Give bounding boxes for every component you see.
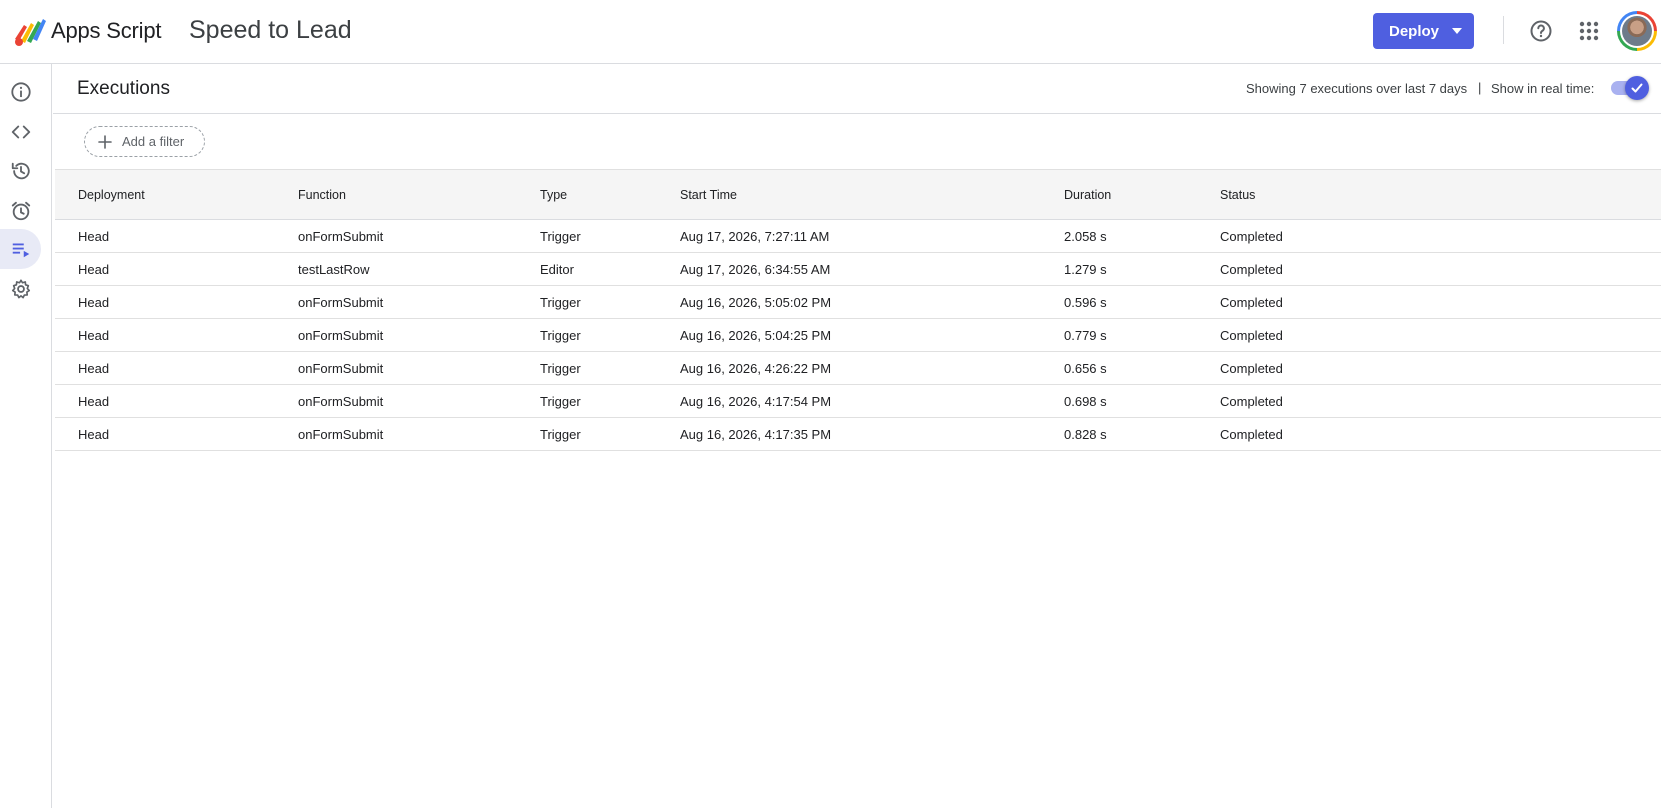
cell-deployment: Head	[78, 295, 110, 310]
column-header-function[interactable]: Function	[298, 188, 346, 202]
rail-item-triggers[interactable]	[0, 191, 42, 231]
cell-deployment: Head	[78, 229, 110, 244]
table-row[interactable]: Head onFormSubmit Trigger Aug 16, 2026, …	[55, 418, 1661, 451]
realtime-label: Show in real time:	[1491, 81, 1595, 96]
cell-status: Completed	[1220, 328, 1283, 343]
cell-start-time: Aug 16, 2026, 5:04:25 PM	[680, 328, 832, 343]
cell-type: Trigger	[540, 229, 581, 244]
top-bar: Apps Script Speed to Lead Deploy	[0, 0, 1661, 64]
deploy-button[interactable]: Deploy	[1373, 13, 1474, 49]
cell-start-time: Aug 17, 2026, 6:34:55 AM	[680, 262, 831, 277]
cell-type: Trigger	[540, 361, 581, 376]
left-nav-rail	[0, 64, 52, 808]
column-header-status[interactable]: Status	[1220, 188, 1255, 202]
cell-deployment: Head	[78, 394, 110, 409]
apps-script-logo-icon[interactable]	[12, 17, 46, 47]
table-row[interactable]: Head onFormSubmit Trigger Aug 16, 2026, …	[55, 319, 1661, 352]
cell-duration: 0.656 s	[1064, 361, 1107, 376]
cell-function: onFormSubmit	[298, 427, 384, 442]
cell-duration: 0.828 s	[1064, 427, 1107, 442]
code-icon	[11, 125, 31, 139]
add-filter-label: Add a filter	[122, 134, 185, 149]
cell-type: Trigger	[540, 295, 581, 310]
column-header-type[interactable]: Type	[540, 188, 567, 202]
cell-duration: 1.279 s	[1064, 262, 1107, 277]
project-name[interactable]: Speed to Lead	[189, 16, 352, 45]
cell-status: Completed	[1220, 262, 1283, 277]
cell-duration: 2.058 s	[1064, 229, 1107, 244]
cell-type: Editor	[540, 262, 574, 277]
cell-start-time: Aug 16, 2026, 4:17:35 PM	[680, 427, 832, 442]
rail-item-overview[interactable]	[0, 72, 42, 112]
cell-deployment: Head	[78, 262, 110, 277]
table-row[interactable]: Head onFormSubmit Trigger Aug 16, 2026, …	[55, 385, 1661, 418]
avatar-image	[1622, 16, 1652, 46]
avatar[interactable]	[1617, 11, 1657, 51]
executions-summary: Showing 7 executions over last 7 days	[1246, 81, 1468, 96]
cell-deployment: Head	[78, 328, 110, 343]
caret-down-icon	[1452, 28, 1462, 34]
add-filter-button[interactable]: Add a filter	[84, 126, 205, 157]
page-title: Executions	[77, 78, 170, 99]
cell-type: Trigger	[540, 394, 581, 409]
plus-icon	[98, 134, 112, 149]
cell-type: Trigger	[540, 328, 581, 343]
cell-type: Trigger	[540, 427, 581, 442]
cell-status: Completed	[1220, 295, 1283, 310]
rail-item-executions[interactable]	[0, 229, 41, 269]
column-header-deployment[interactable]: Deployment	[78, 188, 145, 202]
table-row[interactable]: Head onFormSubmit Trigger Aug 17, 2026, …	[55, 220, 1661, 253]
table-row[interactable]: Head onFormSubmit Trigger Aug 16, 2026, …	[55, 352, 1661, 385]
cell-function: testLastRow	[298, 262, 370, 277]
gear-icon	[11, 279, 31, 299]
deploy-button-label: Deploy	[1389, 22, 1440, 40]
cell-function: onFormSubmit	[298, 394, 384, 409]
alarm-icon	[11, 201, 31, 221]
realtime-toggle[interactable]	[1611, 76, 1649, 100]
cell-status: Completed	[1220, 394, 1283, 409]
cell-status: Completed	[1220, 229, 1283, 244]
cell-function: onFormSubmit	[298, 229, 384, 244]
column-header-start-time[interactable]: Start Time	[680, 188, 737, 202]
rail-item-settings[interactable]	[0, 269, 42, 309]
table-row[interactable]: Head onFormSubmit Trigger Aug 16, 2026, …	[55, 286, 1661, 319]
rail-item-editor[interactable]	[0, 112, 42, 152]
cell-deployment: Head	[78, 427, 110, 442]
cell-function: onFormSubmit	[298, 328, 384, 343]
cell-duration: 0.698 s	[1064, 394, 1107, 409]
cell-duration: 0.596 s	[1064, 295, 1107, 310]
cell-function: onFormSubmit	[298, 361, 384, 376]
table-row[interactable]: Head testLastRow Editor Aug 17, 2026, 6:…	[55, 253, 1661, 286]
help-icon[interactable]	[1529, 19, 1553, 43]
app-name[interactable]: Apps Script	[51, 18, 161, 44]
cell-duration: 0.779 s	[1064, 328, 1107, 343]
cell-function: onFormSubmit	[298, 295, 384, 310]
summary-separator: |	[1478, 80, 1482, 95]
cell-status: Completed	[1220, 427, 1283, 442]
column-header-duration[interactable]: Duration	[1064, 188, 1111, 202]
executions-table: Deployment Function Type Start Time Dura…	[55, 169, 1661, 451]
apps-grid-icon[interactable]	[1579, 21, 1599, 41]
executions-icon	[12, 243, 29, 258]
history-icon	[11, 162, 30, 180]
cell-start-time: Aug 16, 2026, 4:17:54 PM	[680, 394, 832, 409]
cell-start-time: Aug 16, 2026, 4:26:22 PM	[680, 361, 832, 376]
table-header-row: Deployment Function Type Start Time Dura…	[55, 169, 1661, 220]
info-icon	[11, 82, 31, 102]
header-divider	[1503, 16, 1504, 44]
rail-item-project-history[interactable]	[0, 151, 42, 191]
page-header: Executions Showing 7 executions over las…	[53, 64, 1661, 114]
check-icon	[1631, 83, 1643, 93]
cell-start-time: Aug 16, 2026, 5:05:02 PM	[680, 295, 832, 310]
cell-status: Completed	[1220, 361, 1283, 376]
main-content: Executions Showing 7 executions over las…	[53, 64, 1661, 808]
cell-deployment: Head	[78, 361, 110, 376]
cell-start-time: Aug 17, 2026, 7:27:11 AM	[680, 229, 830, 244]
